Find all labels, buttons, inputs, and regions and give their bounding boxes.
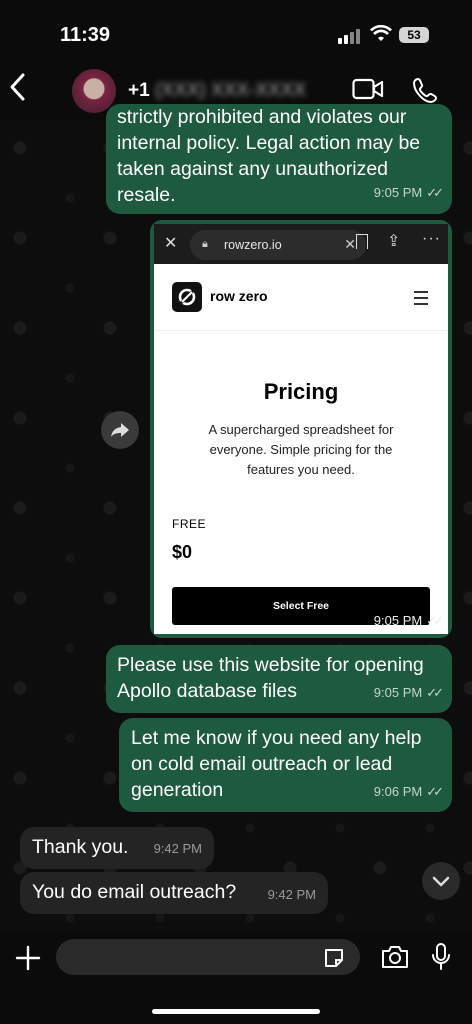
sticker-icon[interactable] [322,946,346,970]
clear-url-icon: ✕ [344,236,356,252]
menu-icon [414,291,428,305]
status-time: 11:39 [60,24,111,46]
read-receipt-icon: ✓✓ [426,784,444,799]
message-incoming[interactable]: You do email outreach? 9:42 PM [20,872,328,914]
phone-icon[interactable] [412,76,440,104]
cellular-signal-icon [338,28,362,44]
url-bar: 🔒︎ rowzero.io ✕ [190,230,366,260]
message-time: 9:42 PM [153,841,202,856]
read-receipt-icon: ✓✓ [426,613,444,628]
avatar[interactable] [72,69,116,113]
pricing-description: A supercharged spreadsheet for everyone.… [208,422,394,477]
brand-logo-icon [172,282,202,312]
message-meta: 9:05 PM ✓✓ [373,185,444,200]
plan-price: $0 [172,542,193,562]
back-icon[interactable] [8,72,28,108]
message-text: Thank you. [32,836,129,858]
home-indicator [152,1009,320,1014]
bookmark-icon [356,234,368,249]
share-icon: ⇪ [387,233,401,250]
camera-icon[interactable] [380,944,410,970]
message-input[interactable] [56,939,360,975]
url-text: rowzero.io [224,238,282,252]
message-outgoing[interactable]: Please use this website for opening Apol… [106,645,452,713]
message-incoming[interactable]: Thank you. 9:42 PM [20,827,214,869]
message-outgoing[interactable]: strictly prohibited and violates our int… [106,104,452,214]
chevron-down-icon[interactable] [422,862,460,900]
browser-toolbar: ✕ 🔒︎ rowzero.io ✕ ⇪ ··· [154,224,448,264]
message-meta: 9:05 PM ✓✓ [373,685,444,700]
microphone-icon[interactable] [430,942,452,972]
website-page: row zero Pricing A supercharged spreadsh… [154,264,448,634]
message-meta: 9:06 PM ✓✓ [373,784,444,799]
message-time: 9:42 PM [267,887,316,902]
message-meta: 9:05 PM ✓✓ [373,613,444,628]
video-call-icon[interactable] [352,78,384,100]
contact-number: (XXX) XXX-XXXX [154,80,306,101]
message-outgoing[interactable]: Let me know if you need any help on cold… [119,718,452,812]
more-icon: ··· [422,230,441,247]
contact-name[interactable]: +1 (XXX) XXX-XXXX [128,80,306,102]
forward-icon[interactable] [101,411,139,449]
close-icon: ✕ [164,235,178,252]
brand-name: row zero [210,288,268,304]
plan-label: FREE [172,517,207,531]
wifi-icon [370,24,392,48]
plus-icon[interactable] [14,944,42,972]
read-receipt-icon: ✓✓ [426,685,444,700]
battery-indicator: 53 [399,27,429,43]
pricing-heading: Pricing [263,379,339,404]
lock-icon: 🔒︎ [202,238,208,250]
image-message[interactable]: ✕ 🔒︎ rowzero.io ✕ ⇪ ··· row zero Pricing… [150,220,452,638]
read-receipt-icon: ✓✓ [426,185,444,200]
message-text: You do email outreach? [32,881,237,903]
